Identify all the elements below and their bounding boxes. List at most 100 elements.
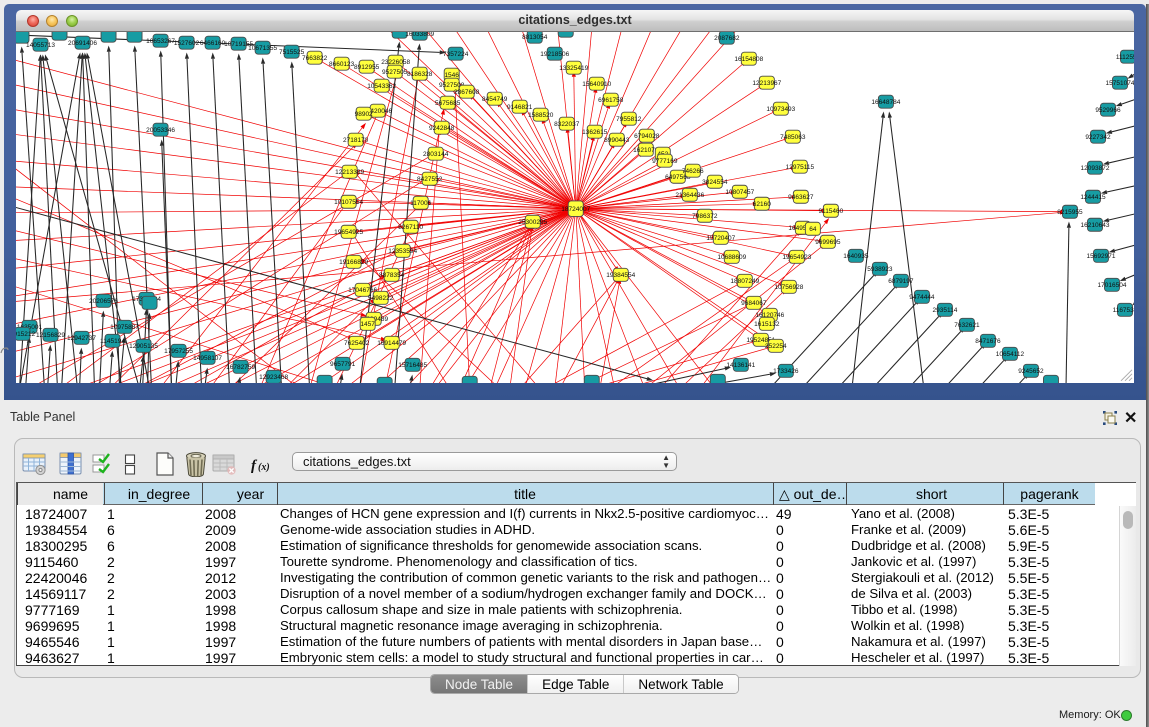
- svg-text:1145194: 1145194: [100, 338, 125, 345]
- svg-text:1362615: 1362615: [582, 129, 608, 136]
- svg-text:10653267: 10653267: [146, 38, 175, 45]
- svg-text:16033809: 16033809: [405, 32, 434, 38]
- svg-text:1640935: 1640935: [843, 253, 869, 260]
- svg-text:14055713: 14055713: [26, 42, 55, 49]
- svg-text:14958107: 14958107: [193, 355, 222, 362]
- svg-text:7663822: 7663822: [302, 55, 328, 62]
- svg-text:12213389: 12213389: [335, 169, 364, 176]
- svg-text:10975887: 10975887: [110, 324, 139, 331]
- svg-text:9699695: 9699695: [815, 239, 841, 246]
- svg-text:18807249: 18807249: [730, 278, 759, 285]
- svg-text:12923468: 12923468: [259, 374, 288, 381]
- svg-text:17016504: 17016504: [1098, 282, 1127, 289]
- svg-text:12353594: 12353594: [388, 248, 417, 255]
- svg-text:8912955: 8912955: [354, 64, 380, 71]
- svg-text:12975115: 12975115: [786, 164, 815, 171]
- svg-text:10654112: 10654112: [996, 351, 1025, 358]
- svg-text:3824554: 3824554: [702, 179, 728, 186]
- svg-text:20206576: 20206576: [89, 298, 118, 305]
- svg-text:15716485: 15716485: [398, 362, 427, 369]
- svg-text:8267110: 8267110: [398, 224, 423, 231]
- svg-text:8215955: 8215955: [1057, 209, 1083, 216]
- svg-text:5938923: 5938923: [867, 266, 893, 273]
- svg-text:21364436: 21364436: [675, 192, 704, 199]
- svg-text:1527602: 1527602: [174, 40, 200, 47]
- svg-text:9242848: 9242848: [429, 125, 455, 132]
- svg-text:16782759: 16782759: [226, 364, 255, 371]
- svg-text:10807457: 10807457: [725, 189, 754, 196]
- svg-text:9527505: 9527505: [382, 69, 408, 76]
- svg-text:7955812: 7955812: [616, 116, 642, 123]
- svg-text:9777169: 9777169: [652, 158, 678, 165]
- svg-text:2867608: 2867608: [454, 89, 480, 96]
- svg-text:12942737: 12942737: [67, 335, 96, 342]
- svg-text:10107554: 10107554: [334, 199, 363, 206]
- svg-text:19654925: 19654925: [334, 229, 363, 236]
- svg-text:9657791: 9657791: [330, 361, 356, 368]
- svg-text:1733426: 1733426: [773, 368, 799, 375]
- svg-text:8322037: 8322037: [554, 121, 580, 128]
- svg-text:8660123: 8660123: [329, 61, 355, 68]
- svg-text:2718170: 2718170: [343, 137, 369, 144]
- svg-text:62160: 62160: [753, 201, 771, 208]
- svg-text:16914479: 16914479: [377, 340, 406, 347]
- svg-text:3915212: 3915212: [16, 331, 36, 338]
- svg-text:9115460: 9115460: [818, 208, 843, 215]
- svg-text:8471676: 8471676: [975, 338, 1001, 345]
- svg-text:16648784: 16648784: [871, 99, 900, 106]
- svg-text:7357224: 7357224: [443, 51, 469, 58]
- svg-text:7515525: 7515525: [279, 49, 305, 56]
- svg-text:15640910: 15640910: [582, 81, 611, 88]
- svg-text:15692971: 15692971: [1087, 253, 1116, 260]
- svg-text:9529966: 9529966: [1095, 107, 1121, 114]
- svg-text:8186328: 8186328: [407, 71, 433, 78]
- svg-text:9684067: 9684067: [741, 300, 767, 307]
- svg-text:19218506: 19218506: [540, 51, 569, 58]
- svg-text:746266: 746266: [682, 168, 704, 175]
- svg-text:16154808: 16154808: [734, 56, 763, 63]
- svg-text:10671355: 10671355: [248, 45, 277, 52]
- svg-text:9227342: 9227342: [1085, 134, 1111, 141]
- svg-text:8454749: 8454749: [482, 96, 508, 103]
- svg-text:1588520: 1588520: [528, 112, 554, 119]
- svg-text:13325419: 13325419: [559, 65, 588, 72]
- svg-text:64: 64: [809, 226, 817, 233]
- svg-text:15751074: 15751074: [1106, 80, 1134, 87]
- svg-text:10688609: 10688609: [717, 254, 746, 261]
- svg-text:12905135: 12905135: [129, 343, 158, 350]
- svg-text:19654923: 19654923: [782, 254, 811, 261]
- svg-text:8427552: 8427552: [417, 176, 443, 183]
- svg-text:25300295: 25300295: [518, 219, 547, 226]
- svg-text:2087682: 2087682: [714, 35, 740, 42]
- svg-text:8813054: 8813054: [522, 34, 548, 41]
- svg-text:5675685: 5675685: [435, 100, 461, 107]
- svg-text:10543362: 10543362: [367, 83, 396, 90]
- svg-text:19166829: 19166829: [339, 259, 368, 266]
- svg-text:7625402: 7625402: [344, 340, 370, 347]
- svg-text:6879197: 6879197: [888, 278, 914, 285]
- svg-text:6794028: 6794028: [634, 133, 660, 140]
- svg-text:18724007: 18724007: [561, 206, 590, 213]
- svg-text:2935114: 2935114: [933, 307, 958, 314]
- svg-text:12093872: 12093872: [1081, 165, 1110, 172]
- svg-text:9474444: 9474444: [909, 294, 935, 301]
- svg-text:117006: 117006: [410, 200, 432, 207]
- svg-text:252254: 252254: [765, 343, 787, 350]
- svg-text:1167534: 1167534: [1113, 307, 1134, 314]
- svg-text:15720407: 15720407: [706, 235, 735, 242]
- svg-text:98902: 98902: [355, 111, 373, 118]
- svg-text:6961758: 6961758: [598, 97, 624, 104]
- svg-text:10973493: 10973493: [766, 106, 795, 113]
- svg-text:8990443: 8990443: [604, 137, 630, 144]
- svg-text:1457: 1457: [360, 321, 375, 328]
- svg-text:f: f: [251, 458, 258, 474]
- svg-text:8878354: 8878354: [379, 272, 405, 279]
- svg-text:7485063: 7485063: [780, 134, 806, 141]
- svg-text:9146821: 9146821: [507, 104, 533, 111]
- svg-text:14136141: 14136141: [726, 362, 755, 369]
- svg-text:10756928: 10756928: [774, 284, 803, 291]
- svg-text:12213967: 12213967: [752, 80, 781, 87]
- svg-text:16210643: 16210643: [1081, 222, 1110, 229]
- svg-text:6466160: 6466160: [200, 40, 226, 47]
- svg-text:1615132: 1615132: [754, 321, 780, 328]
